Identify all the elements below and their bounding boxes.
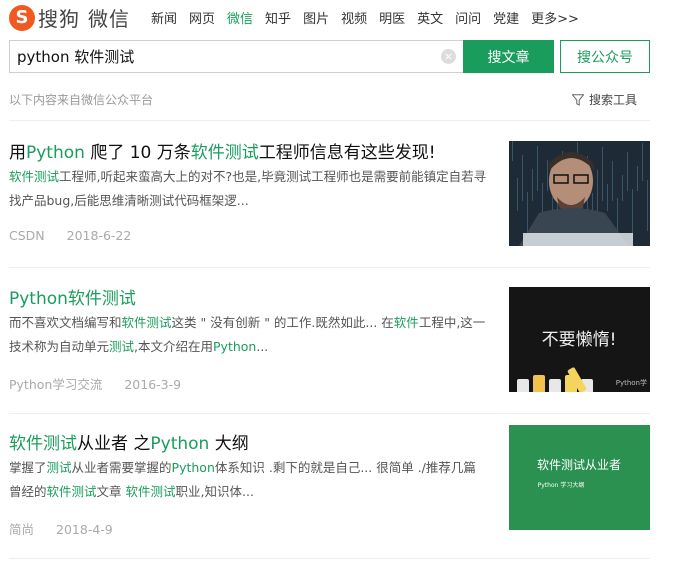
- top-bar: S 搜狗 微信 新闻 网页 微信 知乎 图片 视频 明医 英文 问问 党建 更多>>: [0, 0, 691, 36]
- highlight-keyword: Python: [150, 434, 210, 454]
- text-segment: 从业者 之: [77, 434, 151, 454]
- category-nav: 新闻 网页 微信 知乎 图片 视频 明医 英文 问问 党建 更多>>: [151, 8, 591, 27]
- highlight-keyword: Python: [213, 339, 257, 354]
- divider: [9, 413, 650, 414]
- thumbnail-caption: 软件测试从业者: [537, 457, 621, 472]
- nav-item-8[interactable]: 问问: [455, 8, 481, 27]
- nav-item-7[interactable]: 英文: [417, 8, 443, 27]
- nav-item-2[interactable]: 微信: [227, 8, 253, 27]
- divider: [9, 558, 650, 559]
- text-segment: 大纲: [209, 434, 249, 454]
- nav-item-5[interactable]: 视频: [341, 8, 367, 27]
- text-segment: 文章: [96, 484, 126, 499]
- thumbnail-image: 软件测试从业者 Python 学习大纲: [509, 425, 650, 530]
- divider: [9, 267, 650, 268]
- result-meta: CSDN 2018-6-22: [9, 228, 131, 243]
- result-item: Python软件测试 而不喜欢文档编写和软件测试这类 " 没有创新 " 的工作.既…: [9, 284, 650, 396]
- nav-item-4[interactable]: 图片: [303, 8, 329, 27]
- search-tools-label: 搜索工具: [589, 93, 638, 107]
- divider: [9, 120, 650, 121]
- search-tools-button[interactable]: 搜索工具: [572, 91, 637, 108]
- result-meta: 简尚 2018-4-9: [9, 519, 113, 538]
- result-thumbnail[interactable]: 软件测试从业者 Python 学习大纲: [509, 425, 650, 530]
- clear-search-icon[interactable]: ×: [441, 49, 456, 64]
- highlight-keyword: 测试: [109, 339, 135, 354]
- result-snippet: 软件测试工程师,听起来蛮高大上的对不?也是,毕竟测试工程师也是需要前能镇定自若寻…: [9, 165, 487, 213]
- logo-product-name: 微信: [88, 7, 130, 31]
- search-box: ×: [9, 40, 467, 73]
- text-segment: ...: [256, 339, 269, 354]
- text-segment: 用: [9, 143, 26, 163]
- nav-item-9[interactable]: 党建: [493, 8, 519, 27]
- result-source[interactable]: 简尚: [9, 522, 34, 537]
- result-source[interactable]: Python学习交流: [9, 377, 102, 392]
- highlight-keyword: 测试: [46, 460, 72, 475]
- text-segment: 从业者需要掌握的: [71, 460, 172, 475]
- source-note: 以下内容来自微信公众平台: [9, 93, 154, 107]
- result-item: 软件测试从业者 之Python 大纲 掌握了测试从业者需要掌握的Python体系知…: [9, 425, 650, 541]
- thumbnail-watermark: Python学: [616, 378, 647, 387]
- nav-item-1[interactable]: 网页: [189, 8, 215, 27]
- logo-brand-name: 搜狗: [38, 7, 80, 31]
- nav-item-6[interactable]: 明医: [379, 8, 405, 27]
- result-source[interactable]: CSDN: [9, 228, 45, 243]
- text-segment: 而不喜欢文档编写和: [9, 315, 122, 330]
- nav-item-0[interactable]: 新闻: [151, 8, 177, 27]
- result-date: 2018-6-22: [66, 228, 132, 243]
- filter-icon: [572, 93, 584, 106]
- search-accounts-button[interactable]: 搜公众号: [560, 40, 650, 73]
- highlight-keyword: 软件测试: [9, 169, 60, 184]
- text-segment: 这类 " 没有创新 " 的工作.既然如此... 在: [171, 315, 394, 330]
- thumbnail-image: [509, 141, 650, 246]
- result-date: 2016-3-9: [124, 377, 182, 392]
- result-snippet: 而不喜欢文档编写和软件测试这类 " 没有创新 " 的工作.既然如此... 在软件…: [9, 311, 487, 359]
- text-segment: 掌握了: [9, 460, 47, 475]
- text-segment: 工程师信息有这些发现!: [258, 143, 436, 163]
- thumbnail-image: 不要懒惰! Python学: [509, 287, 650, 392]
- highlight-keyword: Python软件测试: [9, 289, 136, 309]
- thumbnail-subcaption: Python 学习大纲: [538, 481, 585, 489]
- highlight-keyword: 软件测试: [46, 484, 97, 499]
- result-snippet: 掌握了测试从业者需要掌握的Python体系知识 .剩下的就是自己... 很简单 …: [9, 456, 487, 504]
- result-item: 用Python 爬了 10 万条软件测试工程师信息有这些发现! 软件测试工程师,听…: [9, 138, 650, 250]
- text-segment: 工程师,听起来蛮高大上的对不?也是,毕竟测试工程师也是需要前能镇定自若寻找产品b…: [9, 169, 487, 208]
- sogou-logo[interactable]: S 搜狗 微信: [9, 3, 130, 32]
- result-date: 2018-4-9: [56, 522, 113, 537]
- highlight-keyword: 软件: [393, 315, 419, 330]
- nav-item-3[interactable]: 知乎: [265, 8, 291, 27]
- highlight-keyword: 软件测试: [121, 315, 172, 330]
- nav-item-10[interactable]: 更多>>: [531, 8, 579, 27]
- highlight-keyword: Python: [26, 143, 85, 163]
- highlight-keyword: Python: [171, 460, 215, 475]
- highlight-keyword: 软件测试: [190, 143, 259, 163]
- result-meta: Python学习交流 2016-3-9: [9, 374, 181, 393]
- text-segment: 职业,知识体...: [175, 484, 254, 499]
- text-segment: ,本文介绍在用: [134, 339, 214, 354]
- highlight-keyword: 软件测试: [125, 484, 176, 499]
- highlight-keyword: 软件测试: [9, 434, 77, 454]
- result-thumbnail[interactable]: [509, 141, 650, 246]
- logo-badge-icon: S: [9, 4, 35, 31]
- search-articles-button[interactable]: 搜文章: [463, 40, 554, 73]
- text-segment: 爬了 10 万条: [84, 143, 191, 163]
- search-input[interactable]: [10, 41, 430, 72]
- result-thumbnail[interactable]: 不要懒惰! Python学: [509, 287, 650, 392]
- thumbnail-caption: 不要懒惰!: [542, 330, 617, 350]
